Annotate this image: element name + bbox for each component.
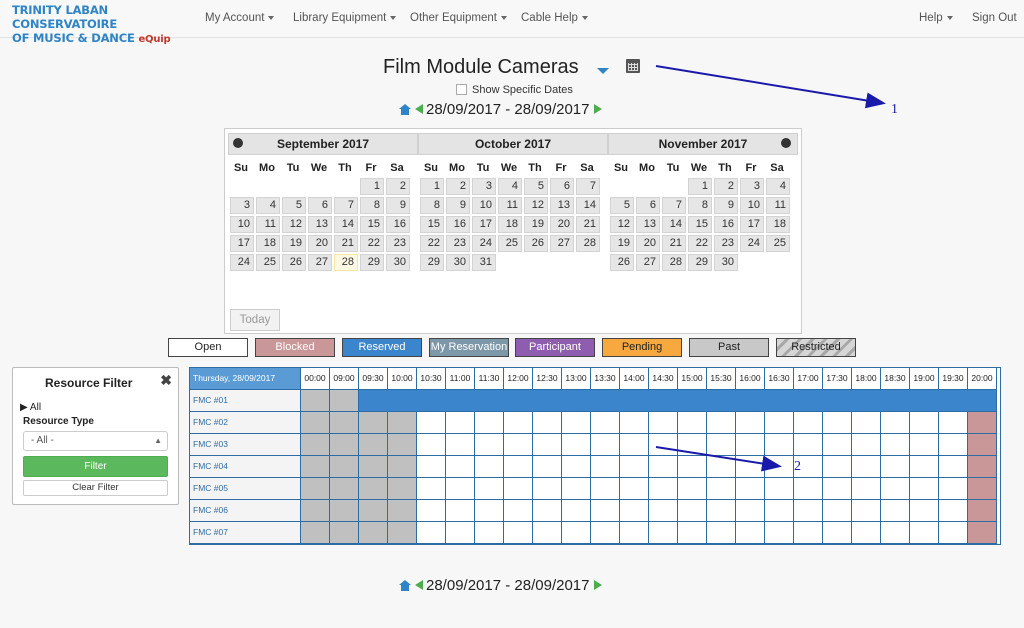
- annotation-label-1: 1: [891, 102, 898, 117]
- annotation-arrows: [655, 65, 886, 472]
- annotation-label-2: 2: [794, 459, 801, 474]
- annotation-arrow-2: [655, 446, 782, 472]
- annotation-arrow-1: [655, 65, 886, 109]
